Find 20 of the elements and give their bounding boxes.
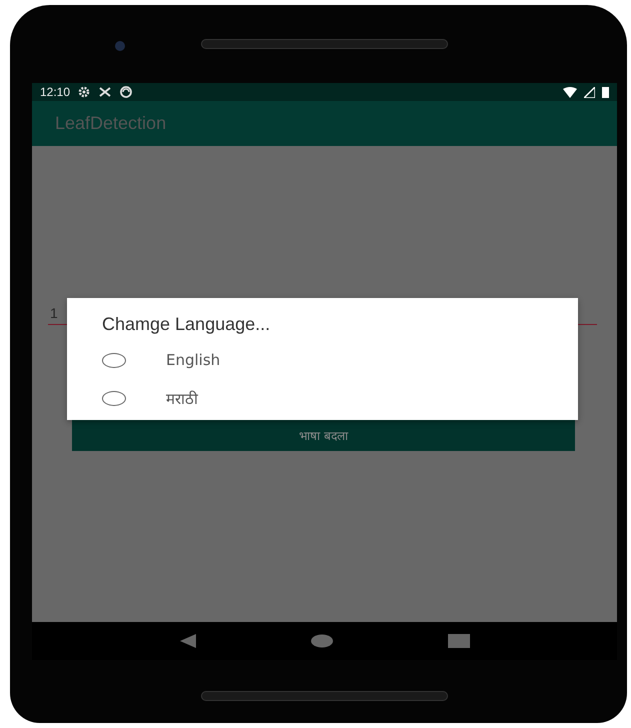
wifi-icon (563, 86, 577, 98)
change-language-button[interactable]: भाषा बदला (72, 419, 575, 451)
option-label: मराठी (166, 389, 198, 408)
dialog-title: Chamge Language... (102, 314, 272, 335)
home-icon[interactable] (310, 634, 332, 648)
status-time: 12:10 (40, 85, 70, 99)
language-option[interactable]: English (102, 341, 578, 379)
app-title: LeafDetection (55, 113, 166, 134)
tools-icon (98, 86, 112, 98)
sync-icon (119, 86, 134, 98)
language-option[interactable]: मराठी (102, 379, 578, 417)
recents-icon[interactable] (448, 634, 470, 648)
option-label: English (166, 351, 220, 369)
battery-icon (602, 86, 609, 98)
gear-icon (77, 86, 92, 98)
signal-icon (584, 86, 595, 98)
radio-button[interactable] (102, 352, 126, 368)
radio-button[interactable] (102, 390, 126, 406)
back-icon[interactable] (180, 634, 196, 648)
camera-icon (115, 41, 125, 51)
